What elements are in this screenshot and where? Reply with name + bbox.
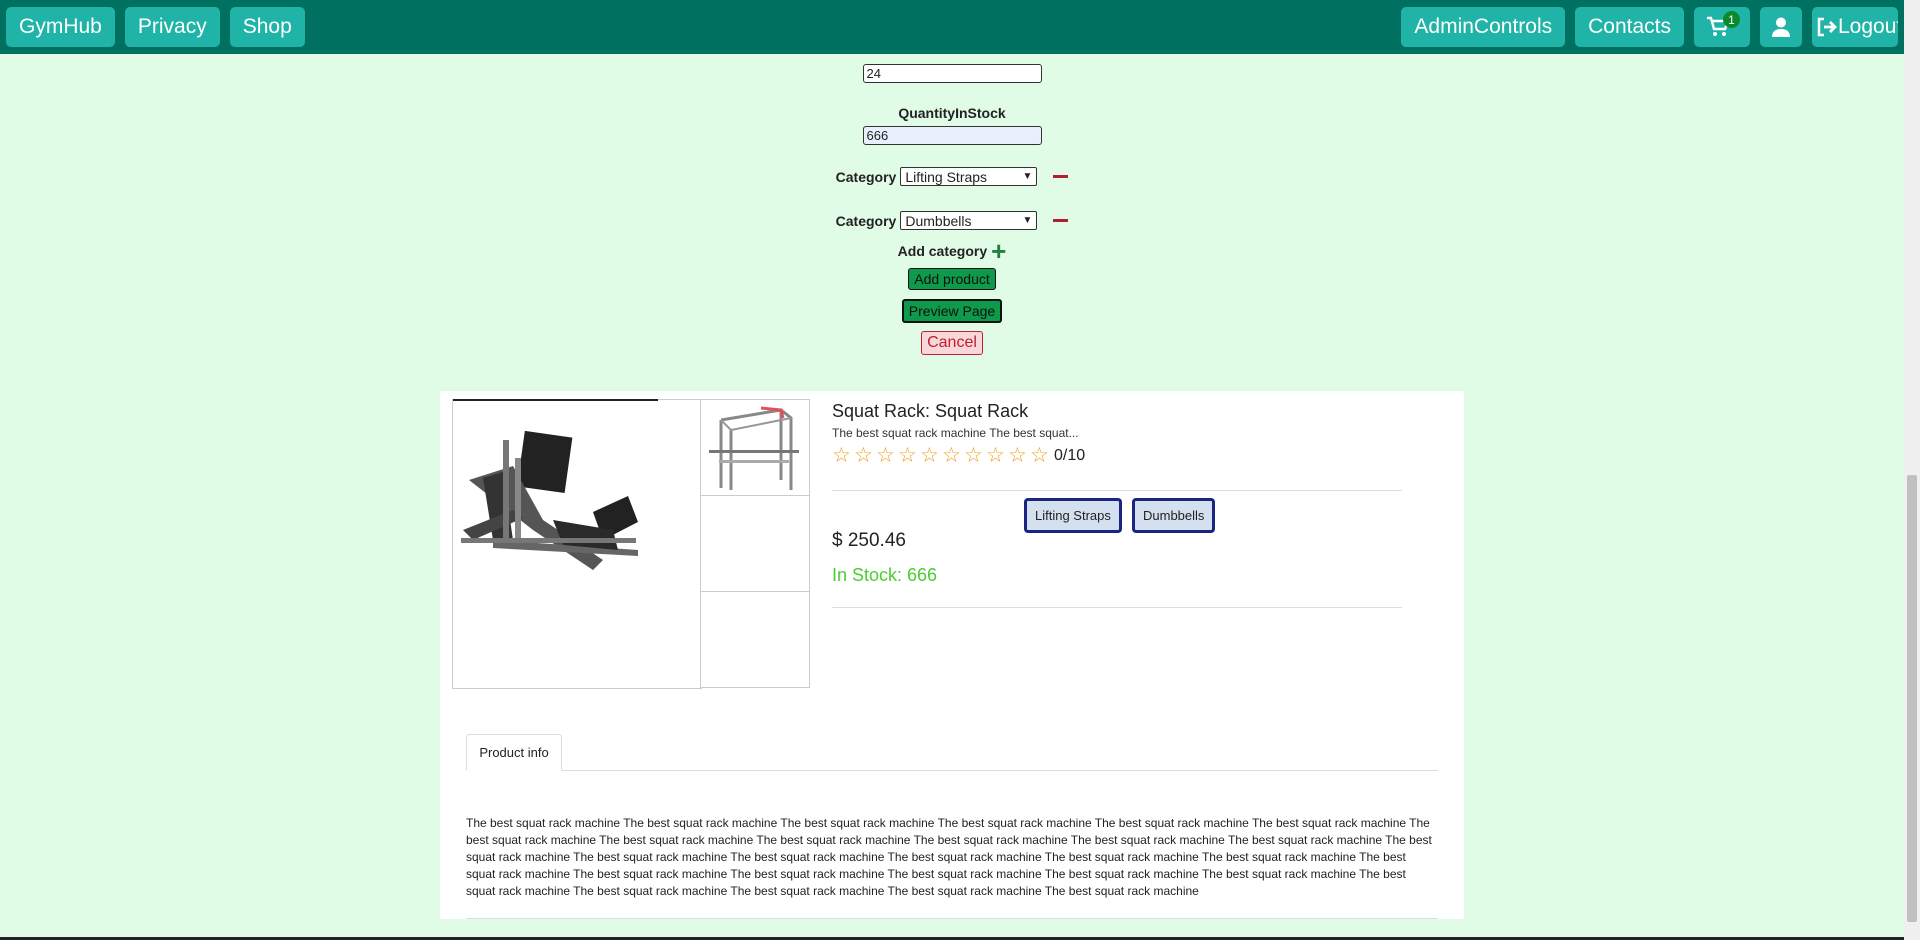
brand-link[interactable]: GymHub xyxy=(6,7,115,47)
preview-page-button[interactable]: Preview Page xyxy=(901,299,1003,323)
main-image-container xyxy=(452,399,702,689)
user-icon xyxy=(1772,17,1790,37)
add-product-button[interactable]: Add product xyxy=(908,268,996,290)
star-icon[interactable]: ☆ xyxy=(942,445,964,466)
product-form: 24 QuantityInStock 666 Category Lifting … xyxy=(0,54,1904,384)
cancel-button[interactable]: Cancel xyxy=(921,331,983,355)
star-icon[interactable]: ☆ xyxy=(920,445,942,466)
star-icon[interactable]: ☆ xyxy=(1008,445,1030,466)
scrollbar-thumb[interactable] xyxy=(1907,475,1917,922)
leg-press-machine-image xyxy=(461,430,638,570)
vertical-scrollbar[interactable] xyxy=(1904,0,1920,940)
category-row-1: Category Lifting Straps ▼ xyxy=(836,167,1069,186)
rating-text: 0/10 xyxy=(1054,447,1086,464)
quantity-label: QuantityInStock xyxy=(898,105,1006,121)
star-icon[interactable]: ☆ xyxy=(898,445,920,466)
top-navbar: GymHub Privacy Shop AdminControls Contac… xyxy=(0,0,1904,54)
add-category-row: Add category + xyxy=(897,238,1007,264)
star-icon[interactable]: ☆ xyxy=(986,445,1008,466)
category-label: Category xyxy=(835,168,897,185)
remove-category-button[interactable] xyxy=(1053,219,1069,222)
thumbnail-2[interactable] xyxy=(700,495,810,592)
plus-icon[interactable]: + xyxy=(991,238,1006,264)
star-icon[interactable]: ☆ xyxy=(832,445,854,466)
remove-category-button[interactable] xyxy=(1053,175,1069,178)
shop-link[interactable]: Shop xyxy=(229,7,305,47)
thumbnail-1[interactable] xyxy=(700,399,810,496)
logout-label: Logout xyxy=(1838,15,1898,38)
divider xyxy=(832,490,1402,491)
divider xyxy=(466,918,1438,919)
nav-right: AdminControls Contacts 1 Logout xyxy=(1401,7,1898,47)
product-short-description: The best squat rack machine The best squ… xyxy=(832,426,1079,440)
category-select-value: Dumbbells xyxy=(905,212,972,229)
product-info: Squat Rack: Squat Rack The best squat ra… xyxy=(832,401,1402,466)
stock-status: In Stock: 666 xyxy=(832,565,938,585)
category-label: Category xyxy=(835,212,897,229)
add-category-label: Add category xyxy=(897,243,988,259)
cart-button[interactable]: 1 xyxy=(1694,7,1750,47)
logout-icon xyxy=(1817,17,1837,37)
category-row-2: Category Dumbbells ▼ xyxy=(836,211,1069,230)
category-chip[interactable]: Lifting Straps xyxy=(1024,498,1122,533)
divider xyxy=(832,607,1402,608)
star-icon[interactable]: ☆ xyxy=(1030,445,1052,466)
chevron-down-icon: ▼ xyxy=(1022,215,1033,226)
hidden-field-input[interactable]: 24 xyxy=(862,64,1042,83)
category-select-value: Lifting Straps xyxy=(905,168,988,185)
product-long-description: The best squat rack machine The best squ… xyxy=(466,816,1432,898)
privacy-link[interactable]: Privacy xyxy=(124,7,220,47)
product-preview: Squat Rack: Squat Rack The best squat ra… xyxy=(440,391,1464,919)
product-price: $ 250.46 xyxy=(832,530,906,551)
quantity-input[interactable]: 666 xyxy=(862,126,1042,145)
nav-left: GymHub Privacy Shop xyxy=(6,7,305,47)
rating-stars: ☆ ☆ ☆ ☆ ☆ ☆ ☆ ☆ ☆ ☆ 0/10 xyxy=(832,445,1402,466)
star-icon[interactable]: ☆ xyxy=(876,445,898,466)
squat-rack-image xyxy=(709,406,799,490)
admin-controls-link[interactable]: AdminControls xyxy=(1401,7,1566,47)
profile-button[interactable] xyxy=(1760,7,1802,47)
star-icon[interactable]: ☆ xyxy=(964,445,986,466)
star-icon[interactable]: ☆ xyxy=(854,445,876,466)
category-select-1[interactable]: Lifting Straps ▼ xyxy=(900,167,1038,186)
product-title: Squat Rack: Squat Rack xyxy=(832,401,1029,421)
tab-divider xyxy=(466,770,1438,771)
thumbnail-3[interactable] xyxy=(700,591,810,688)
tab-product-info[interactable]: Product info xyxy=(466,734,562,771)
chevron-down-icon: ▼ xyxy=(1022,171,1033,182)
cart-count-badge: 1 xyxy=(1723,11,1740,28)
logout-button[interactable]: Logout xyxy=(1812,7,1898,47)
category-select-2[interactable]: Dumbbells ▼ xyxy=(900,211,1038,230)
category-chip[interactable]: Dumbbells xyxy=(1132,498,1216,533)
contacts-link[interactable]: Contacts xyxy=(1575,7,1684,47)
